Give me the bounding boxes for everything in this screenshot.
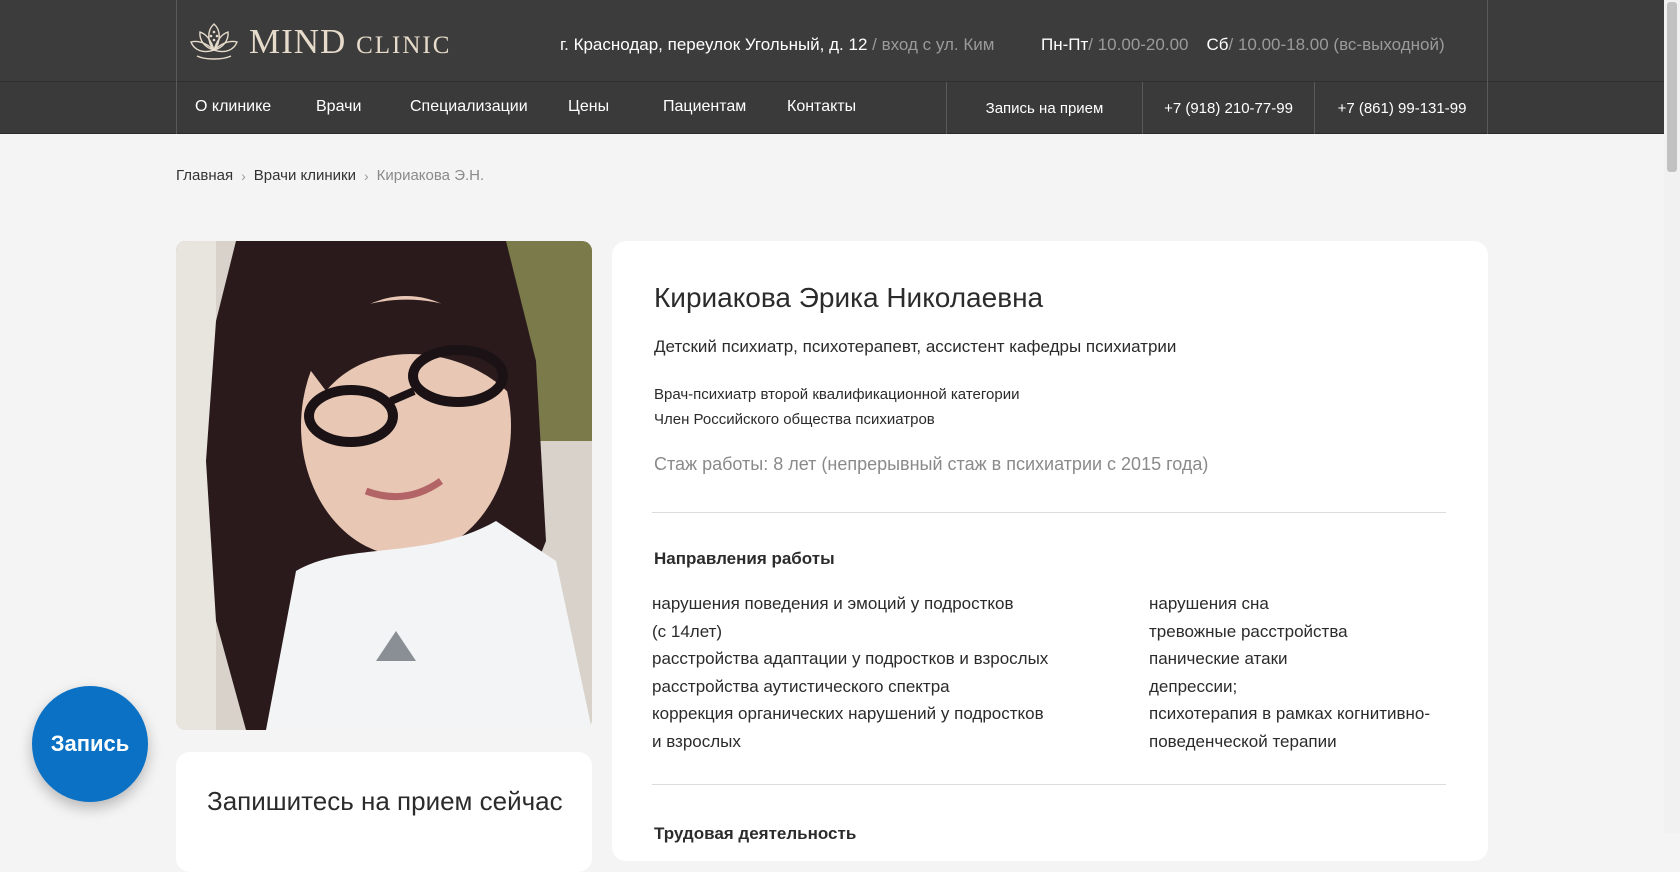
direction-item: расстройства адаптации у подростков и вз… bbox=[652, 649, 1049, 668]
weekdays-label: Пн-Пт bbox=[1041, 35, 1089, 54]
chevron-right-icon: › bbox=[363, 167, 369, 184]
section-divider bbox=[652, 512, 1446, 513]
appointment-link[interactable]: Запись на прием bbox=[946, 82, 1142, 134]
nav-frame: О клинике Врачи Специализации Цены Пацие… bbox=[176, 82, 1488, 134]
work-history-title: Трудовая деятельность bbox=[654, 824, 857, 843]
breadcrumb: Главная › Врачи клиники › Кириакова Э.Н. bbox=[176, 167, 484, 184]
header-frame: MIND CLINIC г. Краснодар, переулок Уголь… bbox=[176, 0, 1488, 82]
logo-text: MIND CLINIC bbox=[249, 24, 451, 59]
phone-link-1[interactable]: +7 (918) 210-77-99 bbox=[1142, 82, 1314, 134]
saturday-label: Сб bbox=[1206, 35, 1229, 54]
direction-item: поведенческой терапии bbox=[1149, 731, 1337, 751]
breadcrumb-home[interactable]: Главная bbox=[176, 167, 233, 184]
booking-card: Запишитесь на прием сейчас bbox=[176, 752, 592, 872]
doctor-info-card: Кириакова Эрика Николаевна Детский психи… bbox=[612, 241, 1488, 861]
doctor-experience: Стаж работы: 8 лет (непрерывный стаж в п… bbox=[654, 454, 1209, 474]
direction-item: коррекция органических нарушений у подро… bbox=[652, 704, 1044, 723]
credential-line: Член Российского общества психиатров bbox=[654, 411, 935, 428]
book-appointment-fab[interactable]: Запись bbox=[32, 686, 148, 802]
section-divider bbox=[652, 784, 1446, 785]
doctor-role: Детский психиатр, психотерапевт, ассисте… bbox=[654, 337, 1177, 356]
direction-item: психотерапия в рамках когнитивно- bbox=[1149, 704, 1431, 723]
nav-specializations[interactable]: Специализации bbox=[410, 98, 528, 116]
address-note: / вход с ул. Ким bbox=[867, 35, 995, 54]
direction-item: и взрослых bbox=[652, 731, 741, 751]
direction-item: нарушения сна bbox=[1149, 594, 1269, 613]
clinic-address: г. Краснодар, переулок Угольный, д. 12 /… bbox=[560, 35, 994, 55]
nav-prices[interactable]: Цены bbox=[568, 98, 609, 116]
doctor-portrait-image bbox=[176, 241, 592, 730]
main-nav: О клинике Врачи Специализации Цены Пацие… bbox=[0, 82, 1664, 134]
credential-line: Врач-психиатр второй квалификационной ка… bbox=[654, 386, 1020, 403]
logo-sub: CLINIC bbox=[356, 31, 452, 59]
doctor-name: Кириакова Эрика Николаевна bbox=[654, 282, 1044, 313]
direction-item: депрессии; bbox=[1149, 676, 1238, 696]
nav-about[interactable]: О клинике bbox=[195, 98, 271, 116]
direction-item: нарушения поведения и эмоций у подростко… bbox=[652, 594, 1014, 613]
address-text: г. Краснодар, переулок Угольный, д. 12 bbox=[560, 35, 868, 54]
nav-contacts[interactable]: Контакты bbox=[787, 98, 856, 116]
direction-item: расстройства аутистического спектра bbox=[652, 676, 950, 696]
working-hours: Пн-Пт/ 10.00-20.00 Сб/ 10.00-18.00 (вс-вы… bbox=[1041, 35, 1445, 55]
direction-item: (с 14лет) bbox=[652, 621, 723, 641]
lotus-logo-icon bbox=[190, 23, 238, 60]
saturday-hours: / 10.00-18.00 (вс-выходной) bbox=[1228, 35, 1445, 54]
doctor-photo bbox=[176, 241, 592, 730]
directions-title: Направления работы bbox=[654, 549, 835, 568]
page-scrollbar[interactable] bbox=[1664, 0, 1680, 833]
chevron-right-icon: › bbox=[241, 167, 246, 184]
nav-doctors[interactable]: Врачи bbox=[316, 98, 361, 116]
logo-main: MIND bbox=[249, 21, 347, 61]
scrollbar-thumb[interactable] bbox=[1667, 2, 1677, 172]
weekdays-hours: / 10.00-20.00 bbox=[1088, 35, 1189, 54]
booking-card-title: Запишитесь на прием сейчас bbox=[207, 786, 563, 816]
breadcrumb-doctors[interactable]: Врачи клиники bbox=[254, 167, 356, 184]
nav-patients[interactable]: Пациентам bbox=[663, 98, 746, 116]
breadcrumb-current: Кириакова Э.Н. bbox=[376, 167, 485, 184]
top-header: MIND CLINIC г. Краснодар, переулок Уголь… bbox=[0, 0, 1664, 82]
directions-right-column: нарушения сна тревожные расстройства пан… bbox=[1149, 590, 1459, 755]
directions-left-column: нарушения поведения и эмоций у подростко… bbox=[652, 590, 1082, 755]
doctor-credentials: Врач-психиатр второй квалификационной ка… bbox=[654, 382, 1019, 432]
phone-link-2[interactable]: +7 (861) 99-131-99 bbox=[1314, 82, 1489, 134]
direction-item: тревожные расстройства bbox=[1149, 621, 1348, 641]
direction-item: панические атаки bbox=[1149, 649, 1288, 668]
clinic-logo[interactable]: MIND CLINIC bbox=[189, 20, 451, 62]
